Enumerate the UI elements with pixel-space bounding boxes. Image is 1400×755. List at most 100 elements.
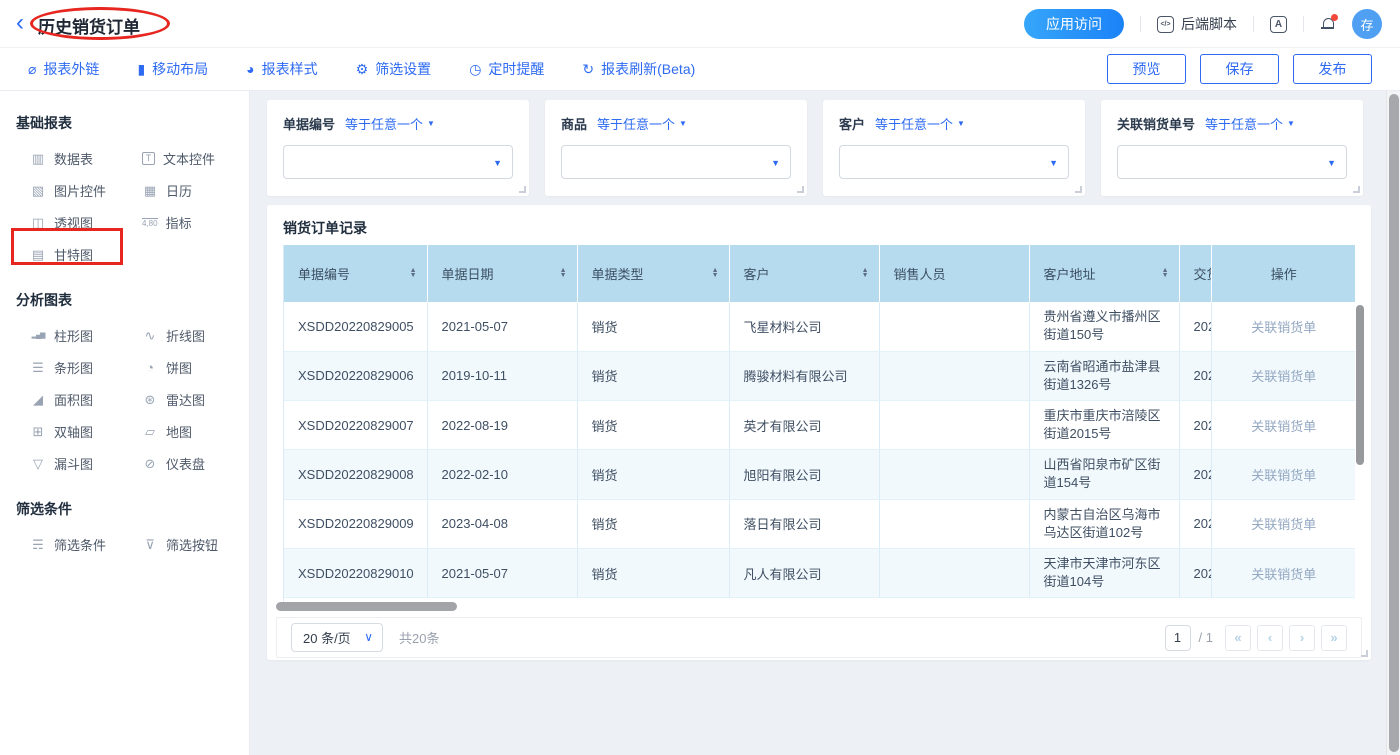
- toolbar-item-report-style[interactable]: ◕ 报表样式: [246, 59, 317, 79]
- page-scrollbar-thumb[interactable]: [1389, 94, 1399, 752]
- pagination-last-button[interactable]: »: [1321, 625, 1347, 651]
- data-table: 单据编号 ▲▼ 单据日期 ▲▼ 单据类型 ▲▼ 客户: [283, 245, 1355, 602]
- resize-handle[interactable]: [1075, 186, 1082, 193]
- sidebar-item-pie-chart[interactable]: ◔ 饼图: [142, 358, 238, 377]
- column-header-delivery[interactable]: 交货: [1179, 245, 1211, 302]
- table-row[interactable]: XSDD20220829005 2021-05-07 销货 飞星材料公司 贵州省…: [284, 302, 1355, 351]
- filter-label: 单据编号: [283, 114, 335, 133]
- sidebar-item-filter-condition[interactable]: ☴ 筛选条件: [30, 535, 142, 554]
- linked-sales-order-link[interactable]: 关联销货单: [1251, 369, 1316, 384]
- linked-sales-order-link[interactable]: 关联销货单: [1251, 320, 1316, 335]
- filter-card-customer[interactable]: 客户 等于任意一个 ▼ ▼: [823, 100, 1085, 196]
- column-header-action: 操作: [1211, 245, 1355, 302]
- filter-value-select[interactable]: ▼: [283, 145, 513, 179]
- toolbar-item-report-refresh[interactable]: ↻ 报表刷新(Beta): [582, 59, 695, 79]
- pagination-prev-button[interactable]: ‹: [1257, 625, 1283, 651]
- section-title-analysis-charts: 分析图表: [16, 290, 249, 310]
- chevron-down-icon: ▼: [427, 119, 435, 128]
- sidebar-item-gantt[interactable]: ▤ 甘特图: [30, 245, 142, 264]
- sidebar-item-dual-axis-chart[interactable]: ⊞ 双轴图: [30, 422, 142, 441]
- sidebar-item-gauge[interactable]: ⊘ 仪表盘: [142, 454, 238, 473]
- sidebar-item-calendar[interactable]: ▦ 日历: [142, 181, 238, 200]
- table-vertical-scrollbar[interactable]: [1356, 305, 1364, 465]
- sidebar-item-area-chart[interactable]: ◢ 面积图: [30, 390, 142, 409]
- toolbar-item-label: 移动布局: [152, 59, 208, 79]
- column-header-customer[interactable]: 客户 ▲▼: [729, 245, 879, 302]
- filter-value-select[interactable]: ▼: [839, 145, 1069, 179]
- resize-handle[interactable]: [1353, 186, 1360, 193]
- sort-icon[interactable]: ▲▼: [862, 269, 869, 278]
- chevron-down-icon: ▼: [1327, 158, 1336, 168]
- text-widget-icon: T: [142, 152, 155, 165]
- pagination-next-button[interactable]: ›: [1289, 625, 1315, 651]
- sidebar-item-pivot[interactable]: ◫ 透视图: [30, 213, 142, 232]
- filter-operator-dropdown[interactable]: 等于任意一个 ▼: [875, 114, 965, 133]
- page-scrollbar[interactable]: [1386, 91, 1400, 755]
- filter-operator-dropdown[interactable]: 等于任意一个 ▼: [597, 114, 687, 133]
- toolbar-item-external-link[interactable]: ⌀ 报表外链: [28, 59, 99, 79]
- table-row[interactable]: XSDD20220829010 2021-05-07 销货 凡人有限公司 天津市…: [284, 549, 1355, 598]
- column-header-date[interactable]: 单据日期 ▲▼: [427, 245, 577, 302]
- pivot-icon: ◫: [30, 216, 46, 229]
- filter-card-order-no[interactable]: 单据编号 等于任意一个 ▼ ▼: [267, 100, 529, 196]
- linked-sales-order-link[interactable]: 关联销货单: [1251, 468, 1316, 483]
- resize-handle[interactable]: [797, 186, 804, 193]
- sidebar-item-column-chart[interactable]: ▂▄▆ 柱形图: [30, 326, 142, 345]
- linked-sales-order-link[interactable]: 关联销货单: [1251, 419, 1316, 434]
- filter-card-linked-sales-order[interactable]: 关联销货单号 等于任意一个 ▼ ▼: [1101, 100, 1363, 196]
- sort-icon[interactable]: ▲▼: [410, 269, 417, 278]
- sidebar-item-funnel-chart[interactable]: ▽ 漏斗图: [30, 454, 142, 473]
- filter-value-select[interactable]: ▼: [1117, 145, 1347, 179]
- preview-button[interactable]: 预览: [1107, 54, 1186, 84]
- resize-handle[interactable]: [1361, 650, 1368, 657]
- save-button[interactable]: 保存: [1200, 54, 1279, 84]
- app-access-button[interactable]: 应用访问: [1024, 9, 1124, 39]
- sidebar-item-text-widget[interactable]: T 文本控件: [142, 149, 238, 168]
- sidebar-item-indicator[interactable]: 4,80 指标: [142, 213, 238, 232]
- avatar[interactable]: 存: [1352, 9, 1382, 39]
- column-header-order-no[interactable]: 单据编号 ▲▼: [284, 245, 427, 302]
- notifications-button[interactable]: [1320, 16, 1336, 32]
- sidebar-item-radar-chart[interactable]: ⊛ 雷达图: [142, 390, 238, 409]
- publish-button[interactable]: 发布: [1293, 54, 1372, 84]
- table-horizontal-scrollbar[interactable]: [276, 602, 457, 611]
- table-row[interactable]: XSDD20220829008 2022-02-10 销货 旭阳有限公司 山西省…: [284, 450, 1355, 499]
- data-table-widget[interactable]: 销货订单记录 单据编号 ▲▼ 单据日期 ▲▼: [267, 205, 1371, 660]
- sidebar-item-label: 数据表: [54, 149, 93, 168]
- cell-type: 销货: [577, 450, 729, 499]
- pagination-first-button[interactable]: «: [1225, 625, 1251, 651]
- table-row[interactable]: XSDD20220829009 2023-04-08 销货 落日有限公司 内蒙古…: [284, 499, 1355, 548]
- sidebar-item-data-table[interactable]: ▥ 数据表: [30, 149, 142, 168]
- filter-operator-dropdown[interactable]: 等于任意一个 ▼: [345, 114, 435, 133]
- cell-type: 销货: [577, 499, 729, 548]
- filter-operator-dropdown[interactable]: 等于任意一个 ▼: [1205, 114, 1295, 133]
- contacts-button[interactable]: A: [1270, 16, 1287, 33]
- sidebar-item-image-widget[interactable]: ▧ 图片控件: [30, 181, 142, 200]
- back-icon[interactable]: ‹: [16, 9, 24, 37]
- filter-value-select[interactable]: ▼: [561, 145, 791, 179]
- filter-card-product[interactable]: 商品 等于任意一个 ▼ ▼: [545, 100, 807, 196]
- toolbar-item-mobile-layout[interactable]: ▮ 移动布局: [137, 59, 208, 79]
- sort-icon[interactable]: ▲▼: [1162, 269, 1169, 278]
- toolbar-item-timed-reminder[interactable]: ◷ 定时提醒: [469, 59, 544, 79]
- backend-script-button[interactable]: </> 后端脚本: [1157, 14, 1237, 34]
- column-header-sales-person[interactable]: 销售人员: [879, 245, 1029, 302]
- linked-sales-order-link[interactable]: 关联销货单: [1251, 567, 1316, 582]
- sidebar-item-filter-button[interactable]: ⊽ 筛选按钮: [142, 535, 238, 554]
- column-header-address[interactable]: 客户地址 ▲▼: [1029, 245, 1179, 302]
- sidebar-item-bar-chart[interactable]: ☰ 条形图: [30, 358, 142, 377]
- table-row[interactable]: XSDD20220829007 2022-08-19 销货 英才有限公司 重庆市…: [284, 400, 1355, 449]
- linked-sales-order-link[interactable]: 关联销货单: [1251, 517, 1316, 532]
- sort-icon[interactable]: ▲▼: [560, 269, 567, 278]
- sidebar-item-map[interactable]: ▱ 地图: [142, 422, 238, 441]
- page-size-select[interactable]: 20 条/页 ∨: [291, 623, 383, 652]
- page-number-input[interactable]: 1: [1165, 625, 1191, 651]
- toolbar-item-filter-settings[interactable]: ⚙ 筛选设置: [356, 59, 432, 79]
- cell-order-no: XSDD20220829009: [284, 499, 427, 548]
- resize-handle[interactable]: [519, 186, 526, 193]
- sidebar-item-line-chart[interactable]: ∿ 折线图: [142, 326, 238, 345]
- sort-icon[interactable]: ▲▼: [712, 269, 719, 278]
- cell-date: 2022-08-19: [427, 400, 577, 449]
- table-row[interactable]: XSDD20220829006 2019-10-11 销货 腾骏材料有限公司 云…: [284, 351, 1355, 400]
- column-header-type[interactable]: 单据类型 ▲▼: [577, 245, 729, 302]
